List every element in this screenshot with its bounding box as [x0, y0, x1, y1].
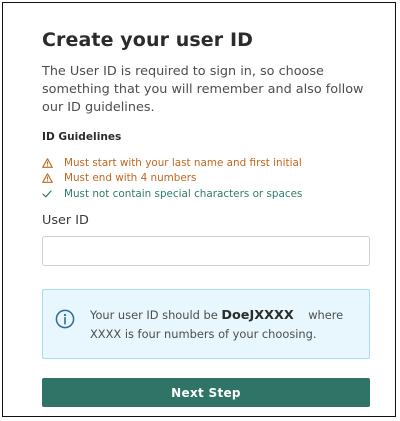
user-id-label: User ID	[42, 213, 89, 228]
info-text-before: Your user ID should be	[90, 308, 218, 322]
guideline-text: Must end with 4 numbers	[64, 172, 197, 185]
guideline-item: Must not contain special characters or s…	[42, 186, 371, 202]
example-user-id: DoeJXXXX	[221, 308, 294, 323]
warning-icon	[42, 173, 64, 184]
page-title: Create your user ID	[42, 29, 254, 51]
intro-text: The User ID is required to sign in, so c…	[42, 64, 364, 115]
info-message: Your user ID should be DoeJXXXX where XX…	[90, 306, 360, 343]
warning-icon	[42, 158, 64, 168]
guideline-text: Must not contain special characters or s…	[64, 187, 303, 200]
guidelines-list: Must start with your last name and first…	[42, 155, 371, 202]
next-step-button[interactable]: Next Step	[42, 378, 370, 407]
guideline-text: Must start with your last name and first…	[64, 156, 302, 169]
check-icon	[42, 190, 64, 198]
guideline-item: Must end with 4 numbers	[42, 171, 371, 187]
user-id-input[interactable]	[42, 236, 370, 266]
dialog-frame: Create your user ID The User ID is requi…	[2, 2, 396, 417]
info-icon	[55, 309, 75, 329]
info-box: Your user ID should be DoeJXXXX where XX…	[42, 289, 370, 359]
guidelines-heading: ID Guidelines	[42, 131, 122, 143]
guideline-item: Must start with your last name and first…	[42, 155, 371, 171]
